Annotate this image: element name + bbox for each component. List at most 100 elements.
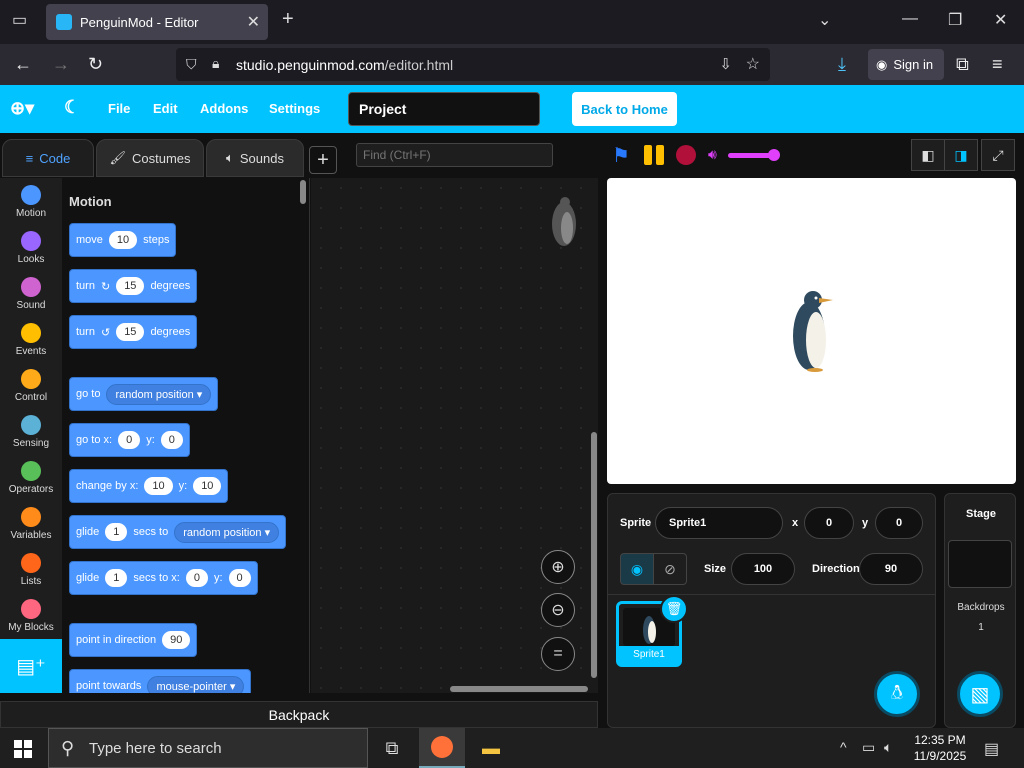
close-tab-icon[interactable]: ✕	[247, 12, 260, 32]
volume-tray-icon[interactable]: 🔈︎	[884, 739, 892, 756]
block-dropdown[interactable]: mouse-pointer ▾	[147, 675, 245, 693]
category-my-blocks[interactable]: My Blocks	[0, 594, 62, 640]
menu-settings[interactable]: Settings	[269, 101, 320, 116]
forward-arrow-icon[interactable]: →	[52, 54, 70, 75]
script-workspace[interactable]: ⊕ ⊖ =	[311, 178, 598, 693]
taskbar-search[interactable]: ⚲ Type here to search	[48, 728, 368, 768]
menu-file[interactable]: File	[108, 101, 130, 116]
notifications-icon[interactable]: ▤	[984, 739, 999, 759]
stop-button[interactable]	[676, 145, 696, 165]
tab-code[interactable]: ≡ Code	[2, 139, 94, 177]
category-looks[interactable]: Looks	[0, 226, 62, 272]
fullscreen-button[interactable]: ⤢	[981, 139, 1015, 171]
add-extension-button[interactable]: ▤⁺	[0, 639, 62, 693]
block-change-by[interactable]: change by x: 10 y: 10	[69, 469, 229, 503]
add-sprite-button[interactable]: 🐧︎	[874, 671, 920, 717]
downloads-icon[interactable]: ⤓	[838, 54, 846, 75]
bookmark-star-icon[interactable]: ☆	[746, 54, 760, 74]
block-turn-right[interactable]: turn ↻ 15 degrees	[69, 269, 198, 303]
menu-edit[interactable]: Edit	[153, 101, 178, 116]
block-point-towards[interactable]: point towards mouse-pointer ▾	[69, 669, 252, 693]
block-input[interactable]: 90	[162, 631, 191, 649]
block-input[interactable]: 0	[228, 569, 251, 587]
shield-icon[interactable]: ⛉	[186, 56, 197, 73]
category-motion[interactable]: Motion	[0, 180, 62, 226]
block-go-to-xy[interactable]: go to x: 0 y: 0	[69, 423, 190, 457]
browser-tab[interactable]: PenguinMod - Editor ✕	[46, 4, 268, 40]
block-input[interactable]: 1	[105, 523, 128, 541]
normal-stage-button[interactable]: ◨	[944, 139, 978, 171]
back-to-home-button[interactable]: Back to Home	[572, 92, 677, 126]
category-lists[interactable]: Lists	[0, 548, 62, 594]
stage-canvas[interactable]	[607, 178, 1016, 484]
direction-field[interactable]: 90	[859, 553, 923, 585]
workspace-horizontal-scrollbar[interactable]	[450, 686, 588, 692]
block-input[interactable]: 10	[144, 477, 173, 495]
block-glide-xy[interactable]: glide 1 secs to x: 0 y: 0	[69, 561, 258, 595]
task-view-icon[interactable]: ⧉	[369, 728, 415, 768]
block-input[interactable]: 0	[118, 431, 141, 449]
hamburger-menu-icon[interactable]: ≡	[992, 54, 1003, 75]
volume-slider-knob[interactable]	[768, 149, 780, 161]
block-move-steps[interactable]: move 10 steps	[69, 223, 177, 257]
lock-icon[interactable]: 🔒︎	[212, 55, 219, 72]
zoom-out-button[interactable]: ⊖	[541, 593, 575, 627]
zoom-reset-button[interactable]: =	[541, 637, 575, 671]
sprite-name-field[interactable]: Sprite1	[655, 507, 783, 539]
size-field[interactable]: 100	[731, 553, 795, 585]
delete-sprite-button[interactable]: 🗑︎	[660, 595, 688, 623]
block-point-direction[interactable]: point in direction 90	[69, 623, 198, 657]
zoom-in-button[interactable]: ⊕	[541, 550, 575, 584]
back-arrow-icon[interactable]: ←	[14, 54, 32, 75]
category-sensing[interactable]: Sensing	[0, 410, 62, 456]
category-operators[interactable]: Operators	[0, 456, 62, 502]
block-input[interactable]: 10	[193, 477, 222, 495]
block-dropdown[interactable]: random position ▾	[174, 521, 280, 543]
tab-list-icon[interactable]: ▭	[12, 10, 27, 30]
taskbar-clock[interactable]: 12:35 PM 11/9/2025	[908, 732, 972, 764]
language-globe-icon[interactable]: ⊕▾	[10, 98, 34, 119]
network-icon[interactable]: ▭	[862, 739, 875, 756]
find-input[interactable]	[356, 143, 553, 167]
block-input[interactable]: 0	[185, 569, 208, 587]
theme-moon-icon[interactable]: ☾	[64, 97, 80, 118]
file-explorer-icon[interactable]: ▬	[468, 728, 514, 768]
show-sprite-button[interactable]: ◉	[620, 553, 654, 585]
category-control[interactable]: Control	[0, 364, 62, 410]
url-bar[interactable]: ⛉ 🔒︎ studio.penguinmod.com/editor.html ⇩…	[176, 48, 770, 81]
maximize-icon[interactable]: ❐	[948, 10, 962, 30]
minimize-icon[interactable]: —	[902, 10, 918, 28]
block-turn-left[interactable]: turn ↺ 15 degrees	[69, 315, 198, 349]
stage-thumbnail[interactable]	[948, 540, 1012, 588]
menu-addons[interactable]: Addons	[200, 101, 248, 116]
block-input[interactable]: 15	[116, 323, 145, 341]
list-all-tabs-icon[interactable]: ⌄	[818, 10, 831, 30]
category-variables[interactable]: Variables	[0, 502, 62, 548]
penguin-sprite-icon[interactable]	[789, 290, 835, 372]
new-tab-icon[interactable]: +	[282, 8, 294, 31]
tab-sounds[interactable]: 🔈︎ Sounds	[206, 139, 304, 177]
block-input[interactable]: 1	[105, 569, 128, 587]
windows-start-icon[interactable]	[14, 740, 32, 758]
category-sound[interactable]: Sound	[0, 272, 62, 318]
block-go-to[interactable]: go to random position ▾	[69, 377, 219, 411]
save-to-pocket-icon[interactable]: ⇩	[719, 55, 732, 73]
firefox-taskbar-icon[interactable]	[419, 728, 465, 768]
block-input[interactable]: 15	[116, 277, 145, 295]
add-backdrop-button[interactable]: ▧	[957, 671, 1003, 717]
block-dropdown[interactable]: random position ▾	[106, 383, 212, 405]
project-title-input[interactable]	[348, 92, 540, 126]
tab-costumes[interactable]: 🖌︎ Costumes	[96, 139, 204, 177]
close-window-icon[interactable]: ✕	[994, 10, 1007, 30]
small-stage-button[interactable]: ◧	[911, 139, 945, 171]
extensions-icon[interactable]: ⧉	[956, 54, 969, 75]
block-input[interactable]: 10	[108, 231, 138, 249]
hide-sprite-button[interactable]: ⊘	[653, 553, 687, 585]
sign-in-button[interactable]: ◉ Sign in	[868, 49, 944, 80]
workspace-vertical-scrollbar[interactable]	[591, 432, 597, 678]
tray-chevron-up-icon[interactable]: ^	[840, 739, 847, 755]
add-tab-button[interactable]: +	[309, 146, 337, 174]
block-input[interactable]: 0	[160, 431, 183, 449]
green-flag-icon[interactable]: ⚑	[612, 143, 630, 168]
palette-scrollbar[interactable]	[300, 180, 306, 204]
